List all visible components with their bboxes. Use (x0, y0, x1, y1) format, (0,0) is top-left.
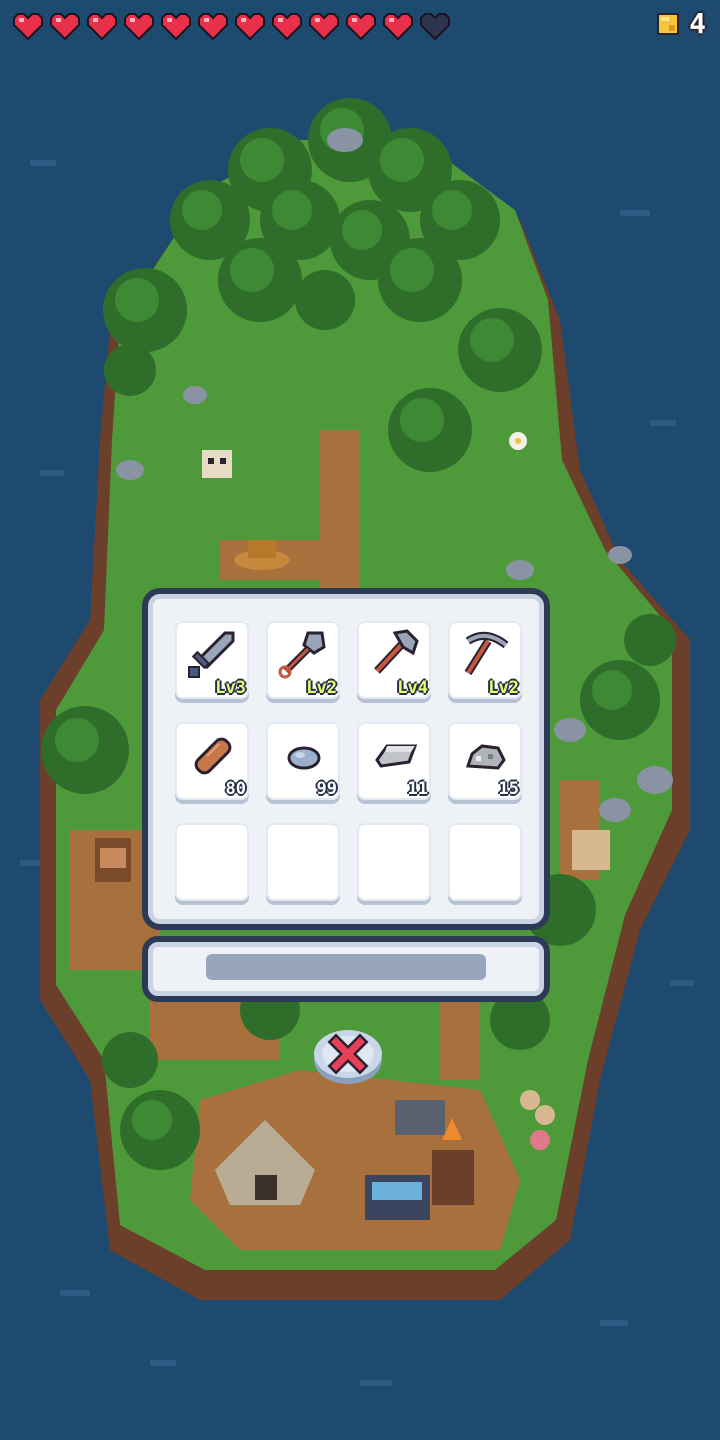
inventory-slot-iron-bar[interactable]: 11 (357, 722, 431, 800)
inventory-slot-empty[interactable] (357, 823, 431, 901)
heart-icon (346, 13, 376, 40)
tool-level: Lv2 (306, 678, 337, 698)
heart-icon (235, 13, 265, 40)
wood-log-icon (194, 737, 232, 775)
inventory-slot-empty[interactable] (448, 823, 522, 901)
inventory-slot-pickaxe[interactable]: Lv2 (448, 621, 522, 699)
coin-icon (657, 13, 680, 35)
iron-ingot-icon (375, 744, 418, 768)
inventory-slot-shovel[interactable]: Lv2 (266, 621, 340, 699)
heart-icon (13, 13, 43, 40)
heart-icon (87, 13, 117, 40)
item-count: 15 (498, 779, 519, 799)
item-count: 11 (407, 779, 428, 799)
item-info-bar (142, 936, 550, 1002)
inventory-slot-stone[interactable]: 99 (266, 722, 340, 800)
shovel-icon (278, 631, 326, 679)
health-bar (12, 12, 451, 40)
axe-icon (374, 629, 419, 674)
coin-counter: 4 (657, 10, 706, 38)
heart-icon (383, 13, 413, 40)
heart-icon (161, 13, 191, 40)
inventory-slot-sword[interactable]: Lv3 (175, 621, 249, 699)
inventory-slot-empty[interactable] (266, 823, 340, 901)
heart-icon (272, 13, 302, 40)
inventory-slot-empty[interactable] (175, 823, 249, 901)
coin-count: 4 (689, 7, 706, 40)
empty-heart-icon (420, 13, 450, 40)
sword-icon (188, 631, 235, 678)
tool-level: Lv3 (215, 678, 246, 698)
heart-icon (309, 13, 339, 40)
inventory-slot-ore[interactable]: 15 (448, 722, 522, 800)
inventory-slot-wood[interactable]: 80 (175, 722, 249, 800)
close-button[interactable] (310, 1024, 386, 1088)
item-count: 99 (316, 779, 337, 799)
stone-icon (287, 746, 321, 770)
ore-icon (465, 744, 506, 770)
heart-icon (198, 13, 228, 40)
pickaxe-icon (464, 631, 509, 676)
tool-level: Lv2 (488, 678, 519, 698)
inventory-slot-axe[interactable]: Lv4 (357, 621, 431, 699)
hud: 4 (0, 0, 720, 50)
tool-level: Lv4 (397, 678, 428, 698)
item-info-track (206, 954, 486, 980)
heart-icon (50, 13, 80, 40)
inventory-panel: Lv3 Lv2 Lv4 Lv2 80 99 11 15 (142, 588, 550, 930)
item-count: 80 (225, 779, 246, 799)
close-icon (314, 1030, 382, 1084)
heart-icon (124, 13, 154, 40)
